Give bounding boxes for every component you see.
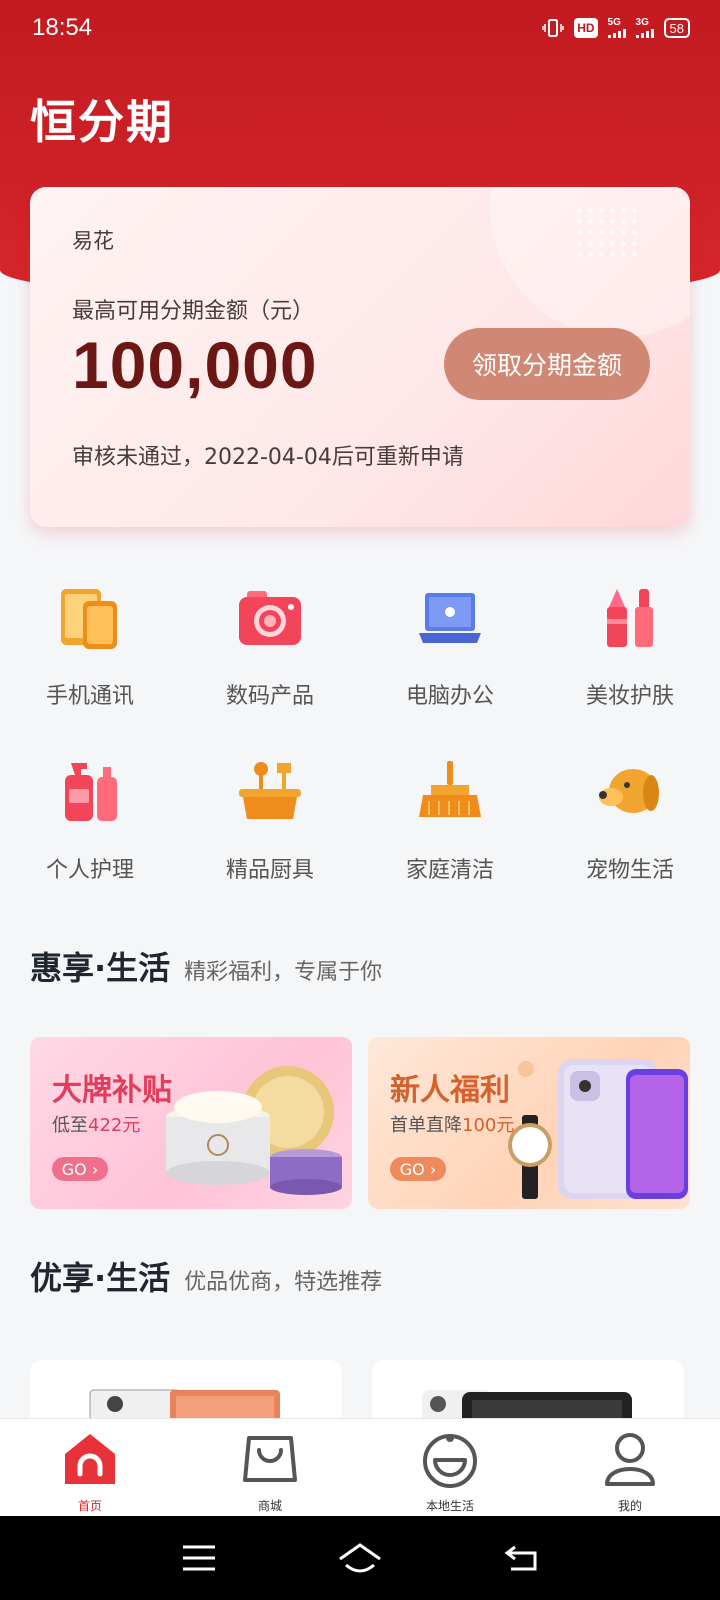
product-card[interactable] xyxy=(30,1360,342,1420)
category-kitchen[interactable]: 精品厨具 xyxy=(180,754,360,900)
claim-amount-button[interactable]: 领取分期金额 xyxy=(444,328,650,400)
cookware-icon xyxy=(232,754,308,830)
battery-icon: 58 xyxy=(663,18,690,38)
promo-sub-prefix: 首单直降 xyxy=(390,1115,462,1136)
go-button[interactable]: GO › xyxy=(390,1157,446,1181)
home-nav-icon[interactable] xyxy=(336,1541,384,1575)
back-icon[interactable] xyxy=(501,1543,541,1573)
category-digital[interactable]: 数码产品 xyxy=(180,580,360,726)
battery-level: 58 xyxy=(669,20,684,36)
laptop-icon xyxy=(412,580,488,656)
section-title: 惠享·生活 xyxy=(30,949,171,987)
menu-icon[interactable] xyxy=(179,1543,219,1573)
lotion-bottle-icon xyxy=(52,754,128,830)
hd-icon: HD xyxy=(574,18,598,38)
phone-watch-image xyxy=(508,1059,688,1199)
category-label: 美妆护肤 xyxy=(585,684,674,709)
promo-brand-subsidy[interactable]: 大牌补贴 低至422元 GO › xyxy=(30,1037,352,1209)
category-computer[interactable]: 电脑办公 xyxy=(360,580,540,726)
promo-price: 422元 xyxy=(88,1115,141,1136)
category-label: 精品厨具 xyxy=(225,858,314,883)
hd-label: HD xyxy=(577,21,595,35)
category-pet[interactable]: 宠物生活 xyxy=(540,754,720,900)
promo-subtitle: 首单直降100元 xyxy=(390,1111,514,1137)
tab-local-life[interactable]: 本地生活 xyxy=(360,1419,540,1516)
shopping-bag-icon xyxy=(240,1429,300,1489)
tab-label: 我的 xyxy=(617,1499,642,1513)
status-bar: 18:54 HD 5G 3G 58 xyxy=(0,0,720,58)
tab-home[interactable]: 首页 xyxy=(0,1419,180,1516)
net2-label: 3G xyxy=(635,17,649,28)
promo-new-user[interactable]: 新人福利 首单直降100元 GO › xyxy=(368,1037,690,1209)
credit-limit-card: 易花 最高可用分期金额（元） 100,000 领取分期金额 审核未通过，2022… xyxy=(30,187,690,527)
category-beauty[interactable]: 美妆护肤 xyxy=(540,580,720,726)
lipstick-icon xyxy=(592,580,668,656)
vibrate-icon xyxy=(542,18,564,38)
app-title: 恒分期 xyxy=(30,95,174,149)
status-icons: HD 5G 3G 58 xyxy=(542,18,690,38)
card-dot-pattern xyxy=(574,205,640,261)
bottom-tab-bar: 首页 商城 本地生活 我的 xyxy=(0,1418,720,1516)
tab-label: 本地生活 xyxy=(425,1499,474,1513)
status-time: 18:54 xyxy=(32,14,93,41)
credit-amount: 100,000 xyxy=(72,328,318,402)
category-label: 手机通讯 xyxy=(45,684,134,709)
section-subtitle: 精彩福利，专属于你 xyxy=(184,960,383,985)
promo-title: 新人福利 xyxy=(390,1073,510,1108)
card-issuer: 易花 xyxy=(72,229,114,253)
phone-tablet-icon xyxy=(52,580,128,656)
signal-3g-icon: 3G xyxy=(635,17,654,38)
tab-mine[interactable]: 我的 xyxy=(540,1419,720,1516)
category-cleaning[interactable]: 家庭清洁 xyxy=(360,754,540,900)
category-label: 电脑办公 xyxy=(405,684,494,709)
category-label: 数码产品 xyxy=(225,684,314,709)
home-icon xyxy=(60,1429,120,1489)
tab-label: 首页 xyxy=(77,1499,102,1513)
broom-icon xyxy=(412,754,488,830)
net1-label: 5G xyxy=(607,17,621,28)
system-nav-bar xyxy=(0,1516,720,1600)
promo-subtitle: 低至422元 xyxy=(52,1111,140,1137)
camera-icon xyxy=(232,580,308,656)
go-label: GO xyxy=(61,1159,87,1179)
tab-label: 商城 xyxy=(257,1499,282,1513)
cosmetics-image xyxy=(166,1066,342,1195)
section-subtitle: 优品优商，特选推荐 xyxy=(184,1270,383,1295)
category-label: 家庭清洁 xyxy=(405,858,494,883)
tab-mall[interactable]: 商城 xyxy=(180,1419,360,1516)
go-label: GO xyxy=(399,1159,425,1179)
section-header-recommend: 优享·生活 优品优商，特选推荐 xyxy=(30,1253,382,1299)
signal-5g-icon: 5G xyxy=(607,17,626,38)
category-phone[interactable]: 手机通讯 xyxy=(0,580,180,726)
promo-price: 100元 xyxy=(462,1115,515,1136)
go-button[interactable]: GO › xyxy=(52,1157,108,1181)
section-header-benefits: 惠享·生活 精彩福利，专属于你 xyxy=(30,943,382,989)
category-label: 宠物生活 xyxy=(585,858,674,883)
dog-icon xyxy=(592,754,668,830)
section-title: 优享·生活 xyxy=(30,1259,171,1297)
promo-sub-prefix: 低至 xyxy=(52,1115,88,1136)
amount-label: 最高可用分期金额（元） xyxy=(72,299,315,324)
product-image xyxy=(89,1389,280,1420)
review-status: 审核未通过，2022-04-04后可重新申请 xyxy=(72,445,464,470)
local-life-icon xyxy=(420,1429,480,1489)
product-card[interactable] xyxy=(372,1360,684,1420)
profile-icon xyxy=(600,1429,660,1489)
product-image xyxy=(422,1390,632,1420)
category-grid: 手机通讯 数码产品 电脑办公 美妆护肤 个人护理 精品厨具 家庭清洁 宠物生活 xyxy=(0,580,720,900)
category-label: 个人护理 xyxy=(45,858,134,883)
category-personal-care[interactable]: 个人护理 xyxy=(0,754,180,900)
